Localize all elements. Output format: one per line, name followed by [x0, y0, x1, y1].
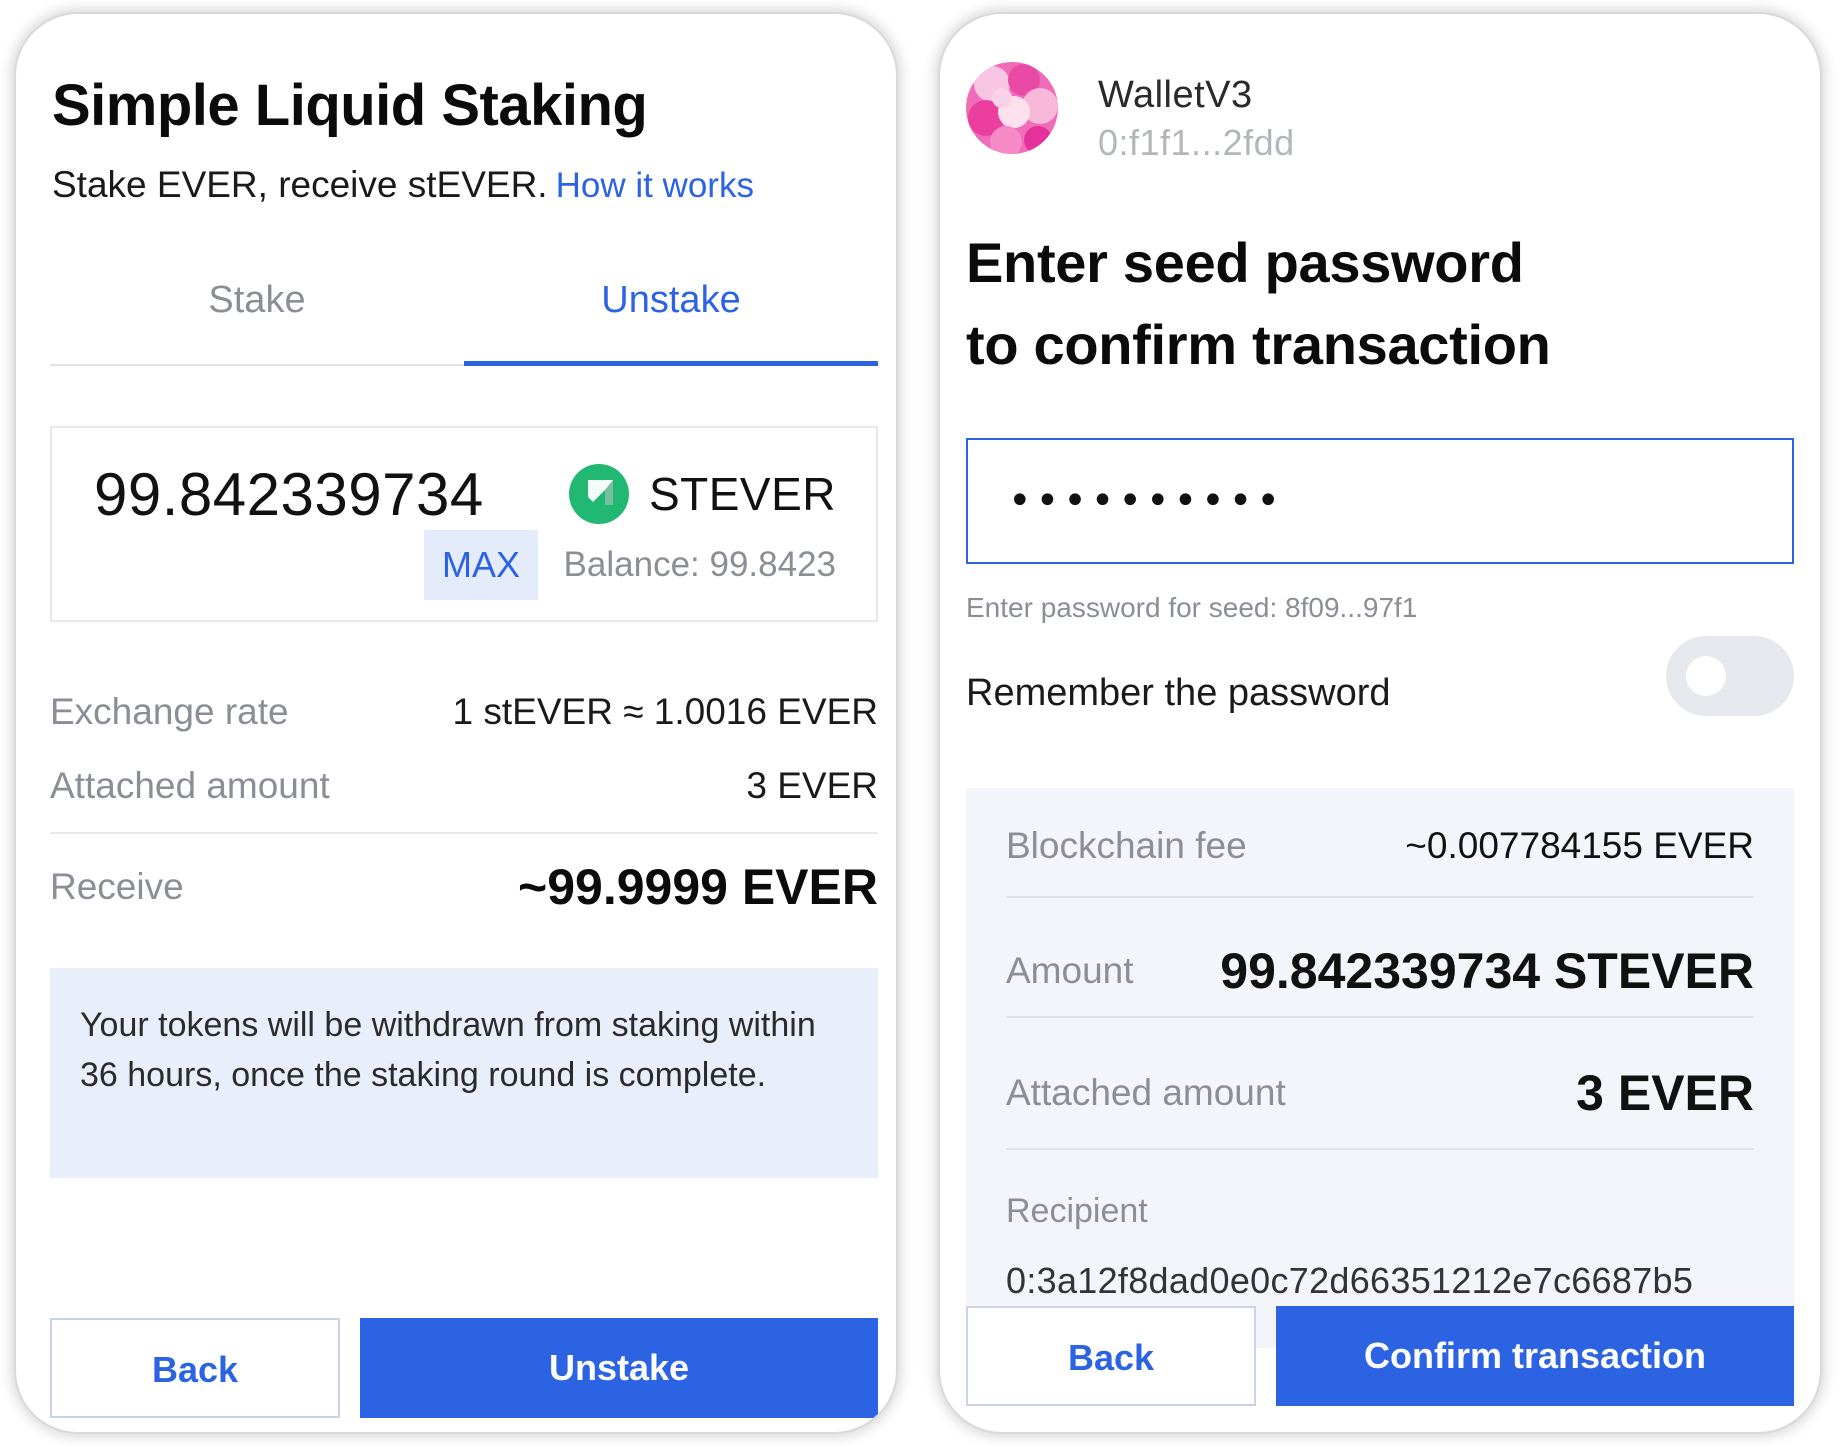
staking-panel: Simple Liquid Staking Stake EVER, receiv…: [16, 14, 896, 1432]
attached-row: Attached amount 3 EVER: [1006, 1058, 1754, 1128]
remember-password-toggle[interactable]: [1666, 636, 1794, 716]
receive-value: ~99.9999 EVER: [518, 859, 878, 915]
exchange-rate-value: 1 stEVER ≈ 1.0016 EVER: [452, 691, 878, 732]
amount-value: 99.842339734 STEVER: [1220, 943, 1754, 999]
password-hint: Enter password for seed: 8f09...97f1: [966, 592, 1418, 623]
wallet-address: 0:f1f1...2fdd: [1098, 122, 1295, 163]
balance-text: Balance: 99.8423: [563, 545, 836, 584]
transaction-details: Blockchain fee ~0.007784155 EVER Amount …: [966, 788, 1794, 1348]
divider: [1006, 896, 1754, 898]
unstake-button[interactable]: Unstake: [360, 1318, 878, 1418]
wallet-avatar: [966, 62, 1058, 154]
divider: [1006, 1148, 1754, 1150]
divider: [1006, 1016, 1754, 1018]
exchange-rate-row: Exchange rate 1 stEVER ≈ 1.0016 EVER: [50, 686, 878, 738]
confirm-panel: WalletV3 0:f1f1...2fdd Enter seed passwo…: [940, 14, 1820, 1432]
attached-amount-row: Attached amount 3 EVER: [50, 760, 878, 812]
exchange-rate-label: Exchange rate: [50, 691, 289, 732]
confirm-transaction-button[interactable]: Confirm transaction: [1276, 1306, 1794, 1406]
token-selector: STEVER: [568, 464, 836, 524]
amount-input-box[interactable]: 99.842339734 STEVER MAX Balance: 99.8423: [50, 426, 878, 622]
amount-input[interactable]: 99.842339734: [94, 460, 484, 529]
attached-amount-value: 3 EVER: [746, 765, 878, 806]
back-button[interactable]: Back: [966, 1306, 1256, 1406]
attached-amount-label: Attached amount: [50, 765, 330, 806]
recipient-value: 0:3a12f8dad0e0c72d66351212e7c6687b5: [1006, 1260, 1694, 1301]
divider: [50, 832, 878, 834]
receive-label: Receive: [50, 866, 184, 907]
page-subtitle: Stake EVER, receive stEVER. How it works: [52, 164, 754, 206]
withdrawal-notice: Your tokens will be withdrawn from staki…: [50, 968, 878, 1178]
fee-label: Blockchain fee: [1006, 825, 1247, 866]
fee-row: Blockchain fee ~0.007784155 EVER: [1006, 816, 1754, 876]
password-input[interactable]: [966, 438, 1794, 564]
wallet-name: WalletV3: [1098, 74, 1253, 116]
amount-row: Amount 99.842339734 STEVER: [1006, 936, 1754, 1006]
remember-password-label: Remember the password: [966, 672, 1391, 714]
toggle-knob: [1686, 656, 1726, 696]
subtitle-text: Stake EVER, receive stEVER.: [52, 164, 548, 205]
tab-stake[interactable]: Stake: [50, 264, 464, 364]
back-button[interactable]: Back: [50, 1318, 340, 1418]
fee-value: ~0.007784155 EVER: [1405, 825, 1754, 866]
how-it-works-link[interactable]: How it works: [556, 166, 754, 205]
attached-value: 3 EVER: [1576, 1065, 1754, 1121]
confirm-title-line2: to confirm transaction: [966, 313, 1551, 376]
token-name: STEVER: [648, 468, 836, 520]
recipient-label: Recipient: [1006, 1192, 1148, 1230]
confirm-title-line1: Enter seed password: [966, 231, 1524, 294]
amount-label: Amount: [1006, 950, 1134, 991]
confirm-title: Enter seed password to confirm transacti…: [966, 222, 1786, 386]
receive-row: Receive ~99.9999 EVER: [50, 856, 878, 918]
tab-unstake[interactable]: Unstake: [464, 264, 878, 366]
page-title: Simple Liquid Staking: [52, 73, 648, 138]
max-button[interactable]: MAX: [424, 530, 538, 600]
attached-label: Attached amount: [1006, 1072, 1286, 1113]
stake-tabs: Stake Unstake: [50, 264, 878, 366]
stever-token-icon: [568, 464, 629, 524]
